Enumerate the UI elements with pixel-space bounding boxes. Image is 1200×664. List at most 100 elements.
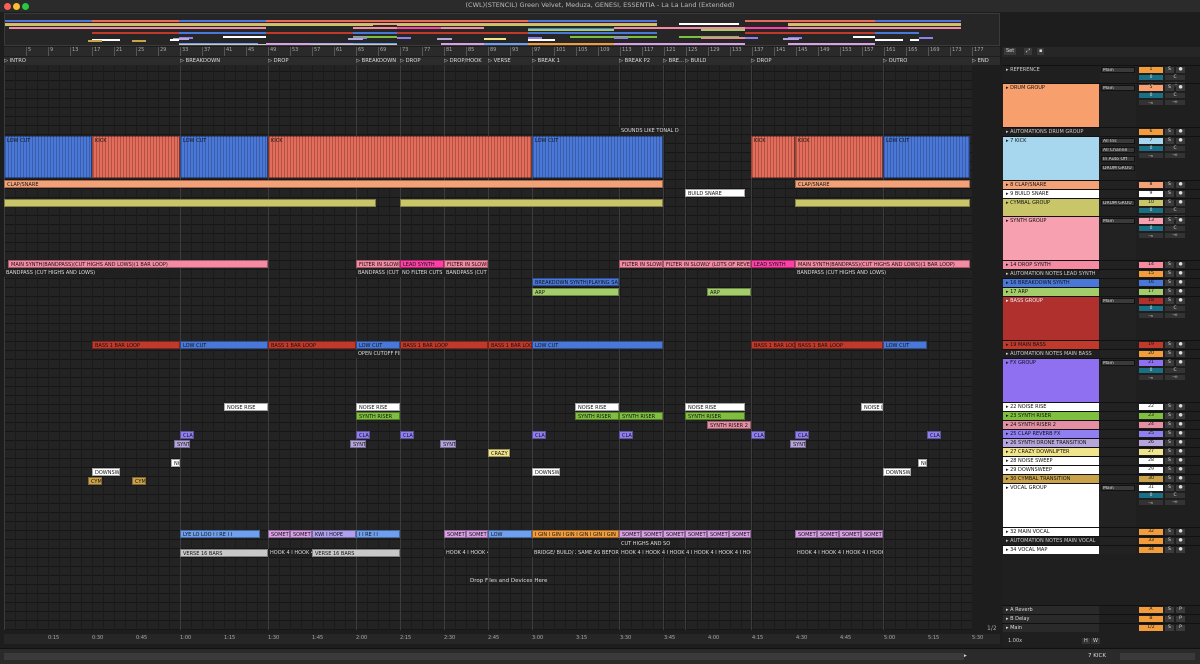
locator-marker[interactable]: ▷ BREAKDOWN [180, 57, 220, 65]
solo-button[interactable]: S [1165, 191, 1174, 197]
arrangement-clip[interactable]: SOMETI [729, 530, 751, 538]
locator-marker[interactable]: ▷ VERSE [488, 57, 511, 65]
arrangement-clip[interactable]: OPEN CUTOFF FIL [356, 350, 400, 358]
solo-button[interactable]: S [1165, 85, 1174, 91]
track-activator[interactable]: 16 [1139, 280, 1163, 286]
arrangement-clip[interactable]: SYNTH RISER 2 [707, 421, 751, 429]
arrangement-clip[interactable]: LOW CUT [883, 136, 970, 178]
arrangement-clip[interactable]: SOMETI [268, 530, 290, 538]
pan-field[interactable]: C [1165, 493, 1185, 498]
solo-button[interactable]: S [1165, 607, 1174, 613]
arrangement-clip[interactable]: SYNTH [440, 440, 456, 448]
set-button[interactable]: Set [1004, 48, 1017, 55]
arrangement-clip[interactable]: CLAP [795, 431, 809, 439]
arrangement-clip[interactable]: HOOK 4 I HOOK 4 I [268, 549, 312, 557]
track-activator[interactable]: 18 [1139, 298, 1163, 304]
arm-button[interactable]: ● [1176, 85, 1185, 91]
arrangement-clip[interactable]: FILTER IN SLOWLY (LOTS OF REVE [663, 260, 751, 268]
time-ruler[interactable]: 0:15 0:30 0:45 1:00 1:15 1:30 1:45 2:00 2:15 2:30… [4, 634, 1000, 644]
volume-field[interactable]: 0 [1139, 146, 1163, 151]
io-selector[interactable]: All Channe [1101, 147, 1135, 153]
arrangement-clip[interactable]: VERSE 16 BARS [180, 549, 268, 557]
arrangement-clip[interactable]: DOWNSWE [92, 468, 120, 476]
arm-button[interactable]: ● [1176, 289, 1185, 295]
io-selector[interactable]: Main [1101, 218, 1135, 224]
arrangement-clip[interactable]: BUILD SNARE [685, 189, 745, 197]
send-field[interactable]: -∞ [1165, 233, 1185, 238]
pan-field[interactable]: C [1165, 208, 1185, 213]
track-name[interactable]: ▸ VOCAL GROUP [1003, 484, 1099, 527]
volume-field[interactable]: 0 [1139, 306, 1163, 311]
return-activator[interactable]: 1/2 [1139, 625, 1163, 631]
solo-button[interactable]: S [1165, 351, 1174, 357]
arrangement-clip[interactable]: LOW [488, 530, 532, 538]
track-name[interactable]: ▸ AUTOMATION NOTES MAIN VOCAL [1003, 537, 1099, 545]
scroll-arrow-icon[interactable]: ▸ [964, 653, 967, 659]
track-header[interactable]: ▸ 27 CRAZY DOWNLIFTER 27 S ● [1002, 447, 1200, 456]
arm-button[interactable]: ● [1176, 413, 1185, 419]
track-header[interactable]: ▸ 7 KICK All Ins All Channe In Auto Off DRUM… [1002, 136, 1200, 180]
arrangement-clip[interactable]: SOMETI [663, 530, 685, 538]
arrangement-clip[interactable]: BASS 1 BAR LOOP [268, 341, 356, 349]
track-activator[interactable]: 32 [1139, 529, 1163, 535]
track-activator[interactable]: 6 [1139, 129, 1163, 135]
return-activator[interactable]: A [1139, 607, 1163, 613]
arrangement-clip[interactable]: SOMETI [861, 530, 883, 538]
solo-button[interactable]: S [1165, 289, 1174, 295]
solo-button[interactable]: S [1165, 467, 1174, 473]
solo-button[interactable]: S [1165, 129, 1174, 135]
arrangement-clip[interactable]: CYMB [132, 477, 146, 485]
send-field[interactable]: -∞ [1139, 100, 1163, 105]
arrangement-clip[interactable]: CLAP [751, 431, 765, 439]
track-name[interactable]: ▸ 34 VOCAL MAP [1003, 546, 1099, 554]
solo-button[interactable]: S [1165, 218, 1174, 224]
io-selector[interactable]: DRUM GROU [1101, 200, 1135, 206]
arrangement-clip[interactable]: BANDPASS (CUT H [444, 269, 488, 277]
locator-marker[interactable]: ▷ BREAK P2 [619, 57, 650, 65]
track-activator[interactable]: 28 [1139, 458, 1163, 464]
track-header[interactable]: ▸ AUTOMATION NOTES MAIN BASS 20 S ● [1002, 349, 1200, 358]
arrangement-clip[interactable]: SOMETI [466, 530, 488, 538]
arrangement-clip[interactable]: SYNTH RISER [685, 412, 745, 420]
track-name[interactable]: ▸ 30 CYMBAL TRANSITION [1003, 475, 1099, 483]
track-activator[interactable]: 22 [1139, 404, 1163, 410]
arm-button[interactable]: ● [1176, 547, 1185, 553]
locator-marker[interactable]: ▷ BREAKDOWN [356, 57, 396, 65]
arrangement-clip[interactable]: NOISE RISE [575, 403, 619, 411]
arrangement-clip[interactable]: ARP [532, 288, 619, 296]
arrangement-clip[interactable]: CLAP [356, 431, 370, 439]
arm-button[interactable]: ● [1176, 298, 1185, 304]
track-name[interactable]: ▸ 32 MAIN VOCAL [1003, 528, 1099, 536]
arm-button[interactable]: ● [1176, 360, 1185, 366]
arm-button[interactable]: ● [1176, 476, 1185, 482]
arrangement-clip[interactable] [4, 199, 376, 207]
arrangement-clip[interactable]: NOISE RISE [861, 403, 883, 411]
solo-button[interactable]: S [1165, 262, 1174, 268]
track-activator[interactable]: 13 [1139, 218, 1163, 224]
track-name[interactable]: ▸ REFERENCE [1003, 66, 1099, 83]
pan-field[interactable]: C [1165, 93, 1185, 98]
arrangement-clip[interactable]: KICK [751, 136, 795, 178]
arm-button[interactable]: ● [1176, 191, 1185, 197]
arm-button[interactable]: ● [1176, 449, 1185, 455]
arrangement-clip[interactable]: NO [918, 459, 927, 467]
arrangement-clip[interactable]: I I RE I I [356, 530, 400, 538]
arrangement-clip[interactable]: SYNTH RISER [619, 412, 663, 420]
solo-button[interactable]: S [1165, 625, 1174, 631]
arrangement-clip[interactable]: SOMETI [817, 530, 839, 538]
solo-button[interactable]: S [1165, 476, 1174, 482]
arrangement-clip[interactable]: SOMETI [795, 530, 817, 538]
arrangement-clip[interactable]: CLAP [532, 431, 546, 439]
send-field[interactable]: -∞ [1165, 313, 1185, 318]
track-header[interactable]: ▸ REFERENCEMain1S●0C-∞-∞ [1002, 65, 1200, 87]
track-header[interactable]: ▸ 24 SYNTH RISER 2 24 S ● [1002, 420, 1200, 429]
horizontal-scrollbar[interactable] [4, 653, 964, 660]
track-name[interactable]: ▸ AUTOMATION NOTES LEAD SYNTH [1003, 270, 1099, 278]
solo-button[interactable]: S [1165, 404, 1174, 410]
send-field[interactable]: -∞ [1139, 153, 1163, 158]
track-activator[interactable]: 33 [1139, 538, 1163, 544]
arrangement-clip[interactable]: KICK [795, 136, 883, 178]
track-activator[interactable]: 21 [1139, 360, 1163, 366]
arrangement-clip[interactable]: DOWNSWE [532, 468, 560, 476]
arrangement-clip[interactable]: BASS 1 BAR LOOP [488, 341, 532, 349]
